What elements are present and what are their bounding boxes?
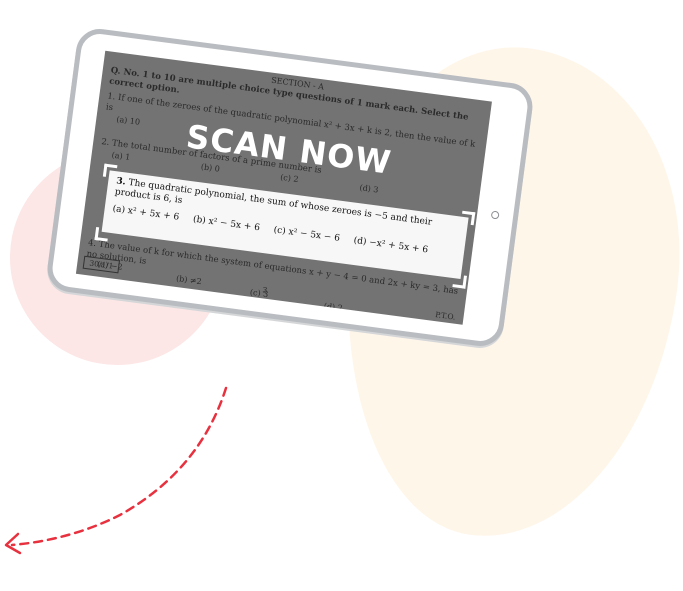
dashed-curved-arrow-icon xyxy=(4,386,228,555)
